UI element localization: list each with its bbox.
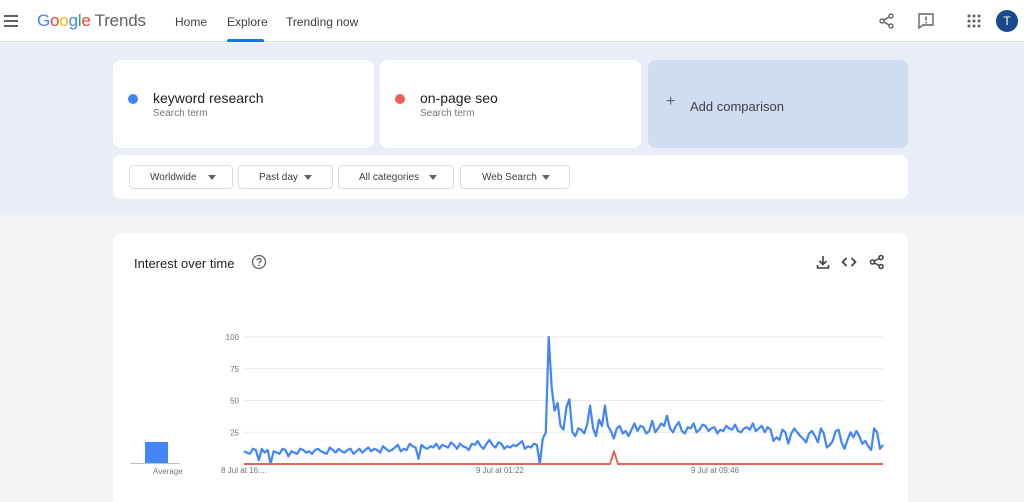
nav-home[interactable]: Home [175, 15, 207, 29]
x-tick-label: 9 Jul at 01:22 [476, 466, 525, 475]
y-tick-label: 50 [230, 397, 239, 406]
add-comparison-button[interactable]: + Add comparison [648, 60, 908, 148]
search-term-card-1[interactable]: keyword research Search term [113, 60, 374, 148]
series-color-dot [128, 94, 138, 104]
filter-bar: Worldwide Past day All categories Web Se… [113, 155, 908, 199]
google-trends-logo[interactable]: Google Trends [37, 11, 146, 31]
series-line-on-page-seo[interactable] [244, 450, 883, 465]
share-icon[interactable] [878, 12, 896, 30]
chevron-down-icon [304, 175, 312, 180]
filter-label: Web Search [482, 172, 537, 183]
apps-grid-icon[interactable] [965, 12, 983, 30]
y-tick-label: 100 [226, 333, 240, 342]
add-comparison-label: Add comparison [690, 99, 784, 114]
search-type-filter-dropdown[interactable]: Web Search [460, 165, 570, 189]
top-bar: Google Trends Home Explore Trending now T [0, 0, 1024, 42]
search-term-type: Search term [420, 108, 475, 119]
search-term-name[interactable]: on-page seo [420, 90, 498, 106]
nav-trending-now[interactable]: Trending now [286, 15, 358, 29]
chevron-down-icon [208, 175, 216, 180]
x-tick-label: 9 Jul at 09:46 [691, 466, 740, 475]
search-term-card-2[interactable]: on-page seo Search term [380, 60, 641, 148]
filter-label: Worldwide [150, 172, 197, 183]
region-filter-dropdown[interactable]: Worldwide [129, 165, 233, 189]
menu-icon[interactable] [4, 15, 18, 27]
search-term-type: Search term [153, 108, 208, 119]
series-color-dot [395, 94, 405, 104]
feedback-icon[interactable] [917, 12, 935, 30]
time-range-filter-dropdown[interactable]: Past day [238, 165, 333, 189]
plus-icon: + [666, 93, 676, 110]
search-term-name[interactable]: keyword research [153, 90, 264, 106]
y-tick-label: 25 [230, 428, 239, 437]
filter-label: All categories [359, 172, 420, 183]
y-tick-label: 75 [230, 365, 239, 374]
x-tick-label: 8 Jul at 16:... [221, 466, 267, 475]
category-filter-dropdown[interactable]: All categories [338, 165, 454, 189]
filter-label: Past day [259, 172, 298, 183]
chevron-down-icon [542, 175, 550, 180]
account-avatar[interactable]: T [996, 10, 1018, 32]
nav-explore[interactable]: Explore [227, 15, 268, 29]
interest-line-chart[interactable]: 25 50 75 100 8 Jul at 16:... 9 Jul at 01:22 9 … [113, 233, 908, 502]
interest-over-time-card: Interest over time Average 25 50 75 100 8 Ju… [113, 233, 908, 502]
chevron-down-icon [429, 175, 437, 180]
nav-explore-indicator [227, 39, 264, 42]
